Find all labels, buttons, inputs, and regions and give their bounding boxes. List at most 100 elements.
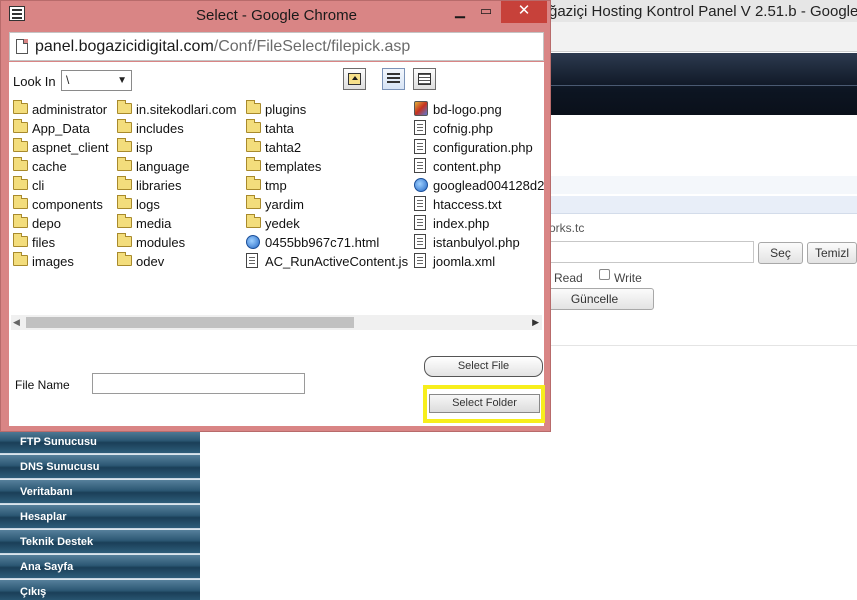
folder-icon <box>13 157 28 171</box>
file-name: yardim <box>265 197 305 212</box>
file-name: in.sitekodlari.com <box>136 102 237 117</box>
screen: ğaziçi Hosting Kontrol Panel V 2.51.b - … <box>0 0 857 600</box>
file-name: administrator <box>32 102 108 117</box>
file-icon <box>414 120 426 135</box>
domain-text: orks.tc <box>549 221 585 235</box>
background-window-title: ğaziçi Hosting Kontrol Panel V 2.51.b - … <box>549 3 857 20</box>
sidebar-item-database[interactable]: Veritabanı <box>0 480 200 504</box>
look-in-select[interactable]: \ ▼ <box>61 70 132 91</box>
file-icon <box>414 215 426 230</box>
sidebar-item-home[interactable]: Ana Sayfa <box>0 555 200 579</box>
sidebar-item-ftp[interactable]: FTP Sunucusu <box>0 430 200 454</box>
folder-icon <box>117 252 132 266</box>
file-name: App_Data <box>32 121 90 136</box>
file-picker: Look In \ ▼ administrator App_Data aspnet_… <box>9 62 545 426</box>
file-name: modules <box>136 235 186 250</box>
folder-icon <box>117 138 132 152</box>
file-name: templates <box>265 159 322 174</box>
file-name: content.php <box>433 159 501 174</box>
maximize-icon[interactable]: ▭ <box>473 1 499 23</box>
file-name: includes <box>136 121 184 136</box>
folder-icon <box>246 176 261 190</box>
close-icon[interactable]: ✕ <box>501 1 547 23</box>
folder-icon <box>13 195 28 209</box>
file-name: components <box>32 197 103 212</box>
file-name: plugins <box>265 102 307 117</box>
folder-icon <box>246 157 261 171</box>
select-file-button[interactable]: Select File <box>424 356 543 377</box>
file-name-label: File Name <box>15 378 70 392</box>
file-name: depo <box>32 216 61 231</box>
content-subheader-row <box>549 196 857 214</box>
url-host: panel.bogazicidigital.com <box>35 38 214 55</box>
html-file-icon <box>246 235 260 249</box>
file-name: libraries <box>136 178 182 193</box>
up-folder-button[interactable] <box>343 68 366 90</box>
file-name: logs <box>136 197 160 212</box>
file-name: aspnet_client <box>32 140 109 155</box>
image-file-icon <box>414 101 428 116</box>
details-view-icon <box>418 73 431 85</box>
popup-url: panel.bogazicidigital.com/Conf/FileSelec… <box>35 38 410 56</box>
sidebar-item-logout[interactable]: Çıkış <box>0 580 200 600</box>
horizontal-scrollbar[interactable]: ◀ ▶ <box>11 315 542 330</box>
read-label: Read <box>554 271 583 285</box>
file-list: administrator App_Data aspnet_client cache c… <box>9 98 544 318</box>
file-name: files <box>32 235 56 250</box>
scrollbar-thumb[interactable] <box>26 317 354 328</box>
path-input[interactable] <box>549 241 754 263</box>
select-popup-window: Select - Google Chrome ▁ ▭ ✕ panel.bogaz… <box>0 0 551 432</box>
sidebar-item-support[interactable]: Teknik Destek <box>0 530 200 554</box>
content-header-row <box>549 176 857 194</box>
details-view-button[interactable] <box>413 68 436 90</box>
list-view-button[interactable] <box>382 68 405 90</box>
folder-icon <box>246 195 261 209</box>
clear-button[interactable]: Temizl <box>807 242 857 264</box>
folder-icon <box>13 100 28 114</box>
file-name: googlead004128d2e <box>433 178 544 193</box>
file-name: odev <box>136 254 165 269</box>
folder-icon <box>13 252 28 266</box>
sidebar-item-dns[interactable]: DNS Sunucusu <box>0 455 200 479</box>
folder-icon <box>117 100 132 114</box>
select-button[interactable]: Seç <box>758 242 803 264</box>
update-button[interactable]: Güncelle <box>535 288 654 310</box>
write-checkbox[interactable] <box>599 269 610 280</box>
file-name: images <box>32 254 74 269</box>
popup-address-bar[interactable]: panel.bogazicidigital.com/Conf/FileSelec… <box>9 32 544 61</box>
file-icon <box>414 158 426 173</box>
file-name: istanbulyol.php <box>433 235 520 250</box>
list-view-icon <box>387 73 400 85</box>
file-name: tahta2 <box>265 140 302 155</box>
file-name: tmp <box>265 178 287 193</box>
chevron-down-icon: ▼ <box>117 75 127 86</box>
folder-icon <box>13 214 28 228</box>
file-name: bd-logo.png <box>433 102 502 117</box>
folder-icon <box>117 214 132 228</box>
select-folder-button[interactable]: Select Folder <box>429 394 540 413</box>
file-name: tahta <box>265 121 294 136</box>
folder-icon <box>13 176 28 190</box>
look-in-value: \ <box>66 73 70 87</box>
file-name: media <box>136 216 172 231</box>
url-path: /Conf/FileSelect/filepick.asp <box>213 38 411 55</box>
file-icon <box>414 139 426 154</box>
html-file-icon <box>414 178 428 192</box>
sidebar-menu: FTP Sunucusu DNS Sunucusu Veritabanı Hes… <box>0 430 200 600</box>
page-icon <box>16 39 28 54</box>
sidebar-item-accounts[interactable]: Hesaplar <box>0 505 200 529</box>
folder-icon <box>13 233 28 247</box>
minimize-icon[interactable]: ▁ <box>447 1 473 23</box>
folder-icon <box>246 138 261 152</box>
file-name: index.php <box>433 216 490 231</box>
scroll-left-icon[interactable]: ◀ <box>13 317 20 328</box>
file-name: AC_RunActiveContent.js <box>265 254 409 269</box>
file-icon <box>414 196 426 211</box>
folder-icon <box>246 100 261 114</box>
file-name: 0455bb967c71.html <box>265 235 380 250</box>
file-icon <box>414 234 426 249</box>
file-name: language <box>136 159 190 174</box>
file-name: htaccess.txt <box>433 197 502 212</box>
file-name-input[interactable] <box>92 373 305 394</box>
scroll-right-icon[interactable]: ▶ <box>532 317 539 328</box>
